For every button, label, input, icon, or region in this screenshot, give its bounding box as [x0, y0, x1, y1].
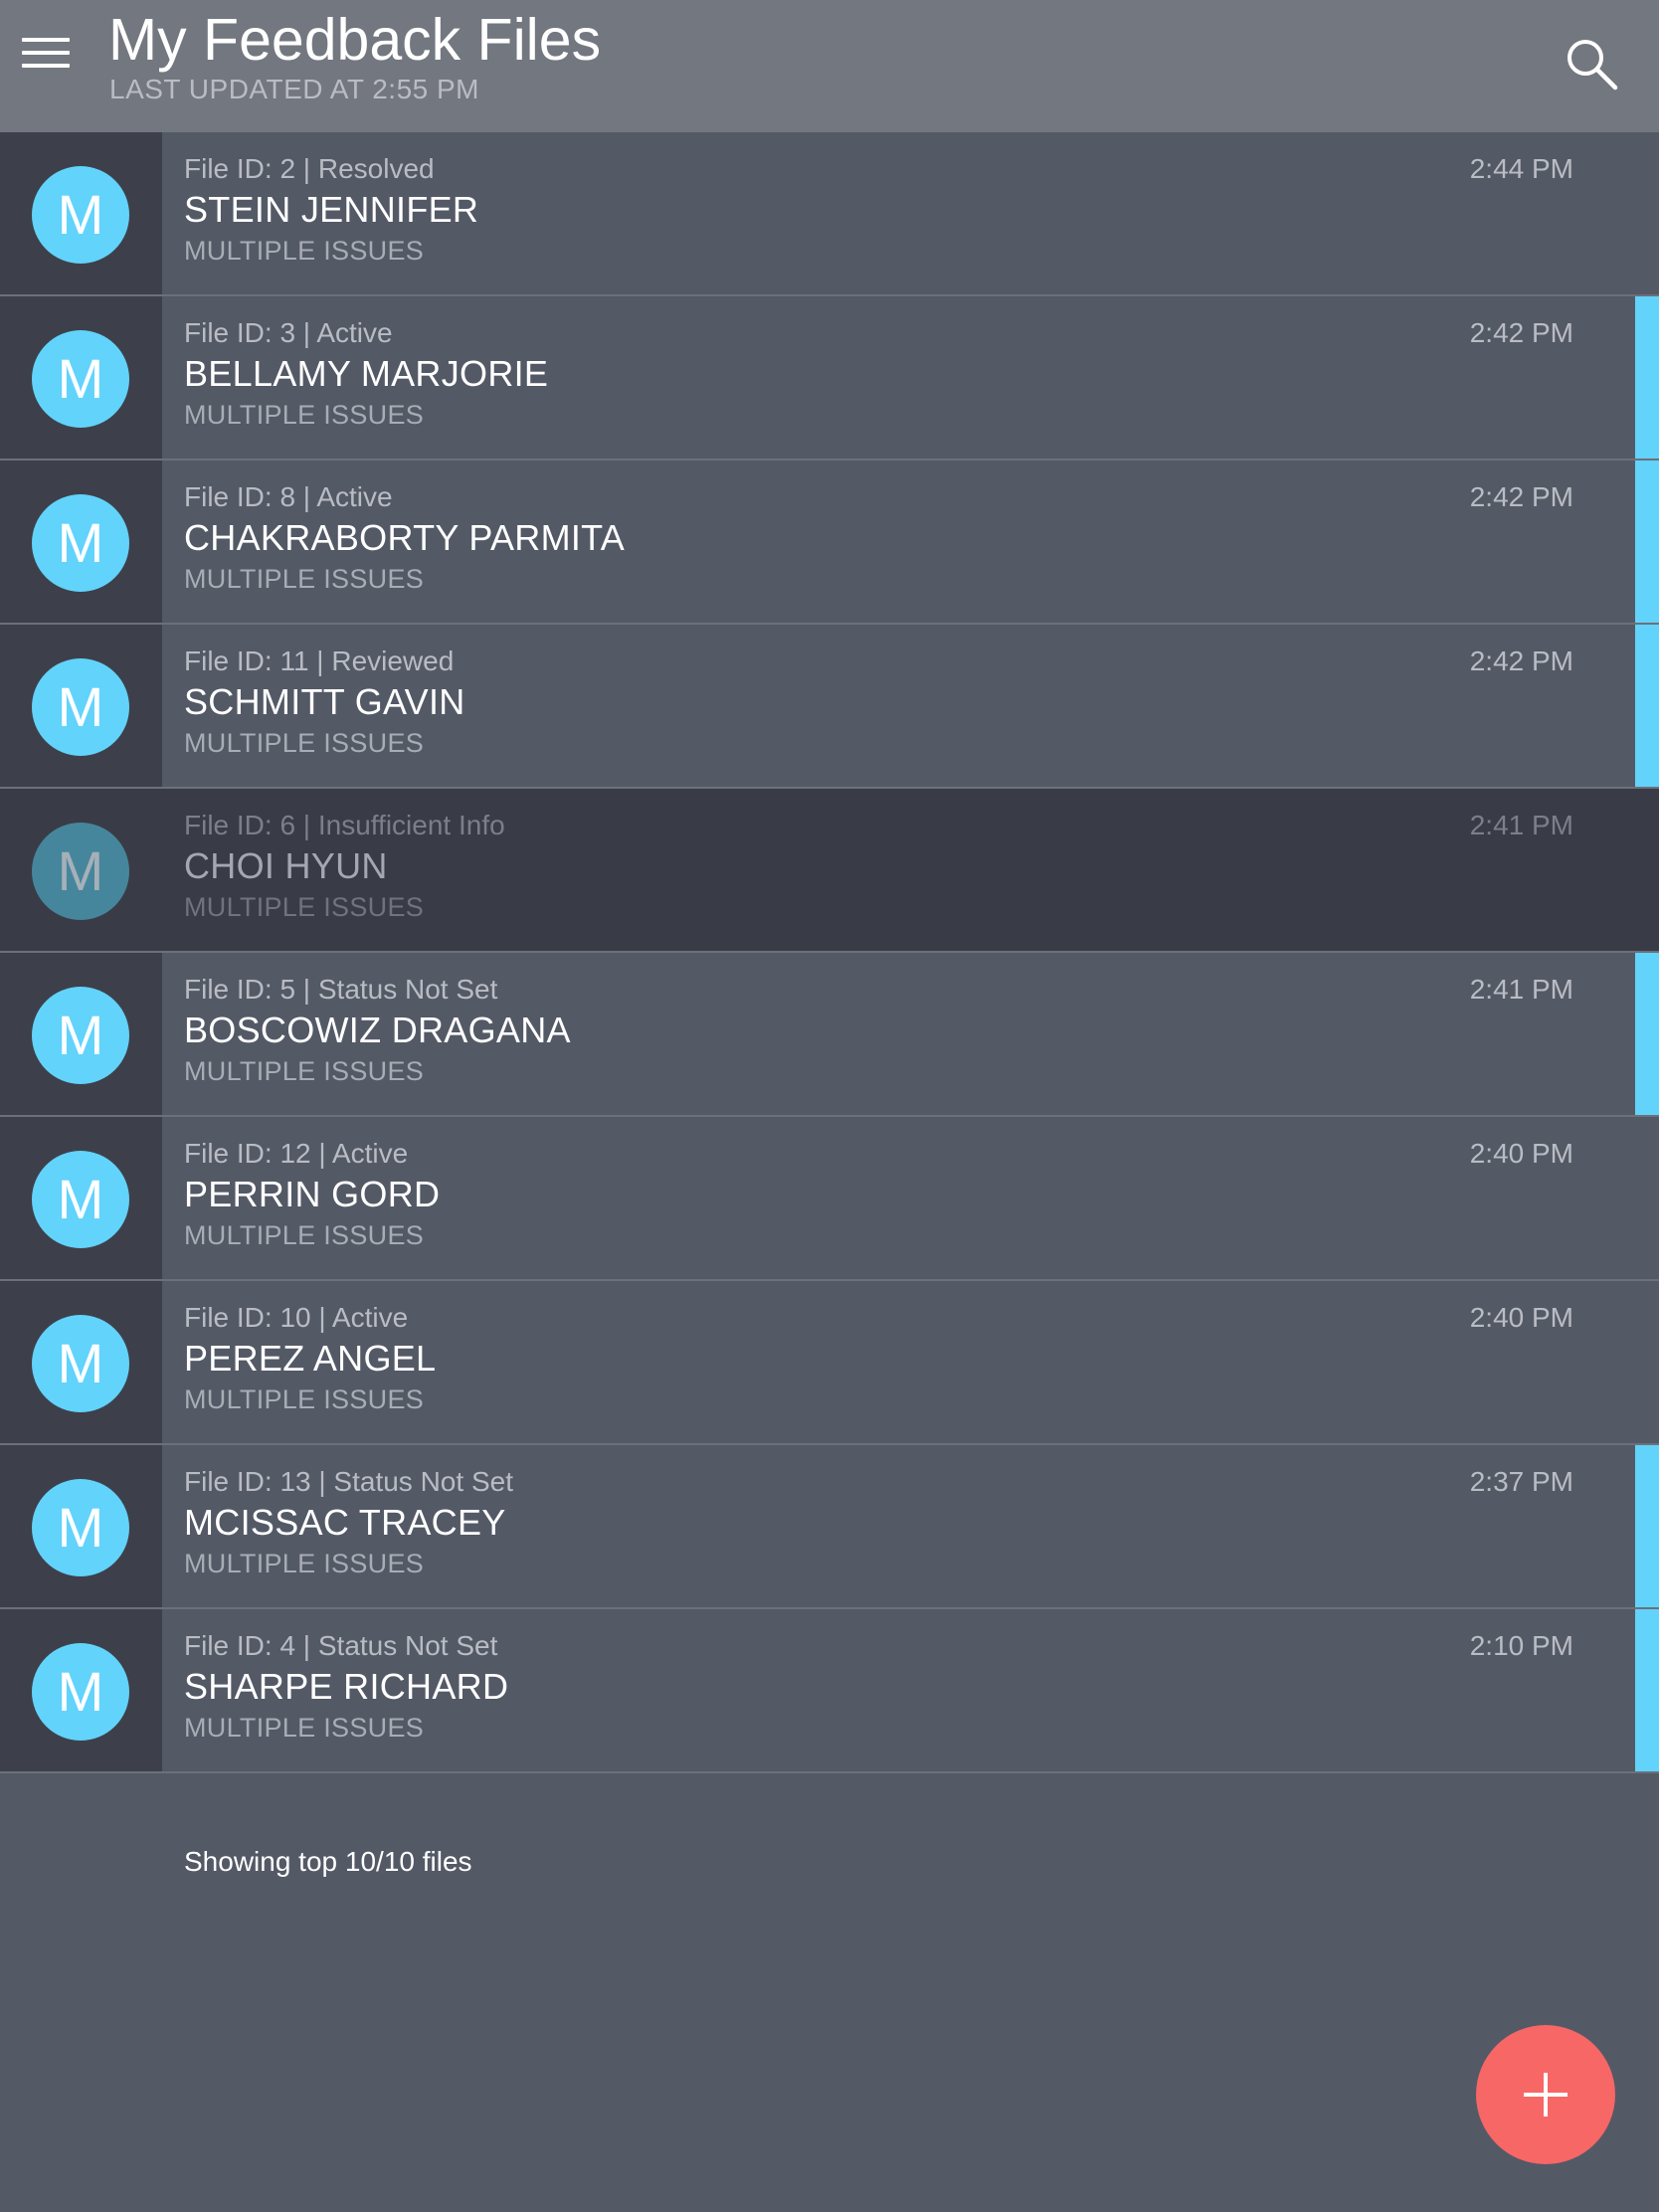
file-issue-type: MULTIPLE ISSUES [184, 1384, 425, 1414]
file-id-status: File ID: 12 | Active [184, 1138, 409, 1169]
file-list-item[interactable]: M File ID: 4 | Status Not Set SHARPE RICHA… [0, 1609, 1659, 1773]
file-person-name: CHAKRABORTY PARMITA [184, 517, 626, 558]
file-id-status: File ID: 10 | Active [184, 1302, 409, 1333]
file-list-item[interactable]: M File ID: 6 | Insufficient Info CHOI HYUN… [0, 789, 1659, 953]
file-list-item[interactable]: M File ID: 10 | Active PEREZ ANGEL MULTIPLE… [0, 1281, 1659, 1445]
file-id-status: File ID: 11 | Reviewed [184, 645, 455, 676]
file-issue-type: MULTIPLE ISSUES [184, 1220, 425, 1250]
file-issue-type: MULTIPLE ISSUES [184, 236, 425, 266]
avatar: M [32, 823, 129, 920]
file-timestamp: 2:41 PM [1469, 974, 1573, 1005]
avatar: M [32, 494, 129, 592]
file-issue-type: MULTIPLE ISSUES [184, 892, 425, 922]
file-id-status: File ID: 4 | Status Not Set [184, 1630, 498, 1661]
files-count-text: Showing top 10/10 files [184, 1846, 472, 1877]
file-issue-type: MULTIPLE ISSUES [184, 1713, 425, 1743]
file-timestamp: 2:37 PM [1469, 1466, 1573, 1497]
file-person-name: PEREZ ANGEL [184, 1338, 437, 1379]
file-id-status: File ID: 2 | Resolved [184, 153, 435, 184]
file-person-name: STEIN JENNIFER [184, 189, 479, 230]
feedback-file-list: M File ID: 2 | Resolved STEIN JENNIFER MULT… [0, 132, 1659, 1773]
page-title: My Feedback Files [108, 7, 602, 73]
avatar: M [32, 658, 129, 756]
file-timestamp: 2:41 PM [1469, 810, 1573, 840]
avatar: M [32, 1643, 129, 1741]
file-timestamp: 2:40 PM [1469, 1302, 1573, 1333]
unread-indicator [1635, 296, 1659, 459]
file-id-status: File ID: 8 | Active [184, 481, 393, 512]
file-issue-type: MULTIPLE ISSUES [184, 1056, 425, 1086]
file-person-name: PERRIN GORD [184, 1174, 441, 1214]
file-person-name: CHOI HYUN [184, 845, 388, 886]
unread-indicator [1635, 1445, 1659, 1607]
file-id-status: File ID: 3 | Active [184, 317, 393, 348]
search-icon[interactable] [1562, 34, 1621, 93]
last-updated-text: LAST UPDATED AT 2:55 PM [109, 74, 479, 104]
avatar: M [32, 330, 129, 428]
avatar: M [32, 166, 129, 264]
hamburger-menu-icon[interactable] [22, 38, 74, 72]
file-timestamp: 2:44 PM [1469, 153, 1573, 184]
unread-indicator [1635, 625, 1659, 787]
unread-indicator [1635, 461, 1659, 623]
file-person-name: BELLAMY MARJORIE [184, 353, 549, 394]
file-issue-type: MULTIPLE ISSUES [184, 400, 425, 430]
file-list-item[interactable]: M File ID: 2 | Resolved STEIN JENNIFER MULT… [0, 132, 1659, 296]
file-list-item[interactable]: M File ID: 13 | Status Not Set MCISSAC TRA… [0, 1445, 1659, 1609]
unread-indicator [1635, 953, 1659, 1115]
file-list-item[interactable]: M File ID: 3 | Active BELLAMY MARJORIE MULT… [0, 296, 1659, 461]
add-file-button[interactable] [1476, 2025, 1615, 2164]
file-id-status: File ID: 13 | Status Not Set [184, 1466, 513, 1497]
avatar: M [32, 1479, 129, 1576]
file-list-item[interactable]: M File ID: 5 | Status Not Set BOSCOWIZ DRA… [0, 953, 1659, 1117]
file-list-item[interactable]: M File ID: 11 | Reviewed SCHMITT GAVIN MULT… [0, 625, 1659, 789]
file-list-item[interactable]: M File ID: 12 | Active PERRIN GORD MULTIPLE… [0, 1117, 1659, 1281]
unread-indicator [1635, 1609, 1659, 1771]
file-person-name: SCHMITT GAVIN [184, 681, 465, 722]
file-timestamp: 2:42 PM [1469, 317, 1573, 348]
file-issue-type: MULTIPLE ISSUES [184, 1549, 425, 1578]
avatar: M [32, 987, 129, 1084]
avatar: M [32, 1151, 129, 1248]
file-person-name: BOSCOWIZ DRAGANA [184, 1010, 571, 1050]
file-timestamp: 2:42 PM [1469, 481, 1573, 512]
app-bar: My Feedback Files LAST UPDATED AT 2:55 P… [0, 0, 1659, 132]
file-list-item[interactable]: M File ID: 8 | Active CHAKRABORTY PARMITA M… [0, 461, 1659, 625]
file-timestamp: 2:10 PM [1469, 1630, 1573, 1661]
file-timestamp: 2:42 PM [1469, 645, 1573, 676]
file-issue-type: MULTIPLE ISSUES [184, 564, 425, 594]
avatar: M [32, 1315, 129, 1412]
file-timestamp: 2:40 PM [1469, 1138, 1573, 1169]
file-id-status: File ID: 5 | Status Not Set [184, 974, 498, 1005]
file-issue-type: MULTIPLE ISSUES [184, 728, 425, 758]
file-person-name: SHARPE RICHARD [184, 1666, 509, 1707]
file-person-name: MCISSAC TRACEY [184, 1502, 506, 1543]
file-id-status: File ID: 6 | Insufficient Info [184, 810, 505, 840]
